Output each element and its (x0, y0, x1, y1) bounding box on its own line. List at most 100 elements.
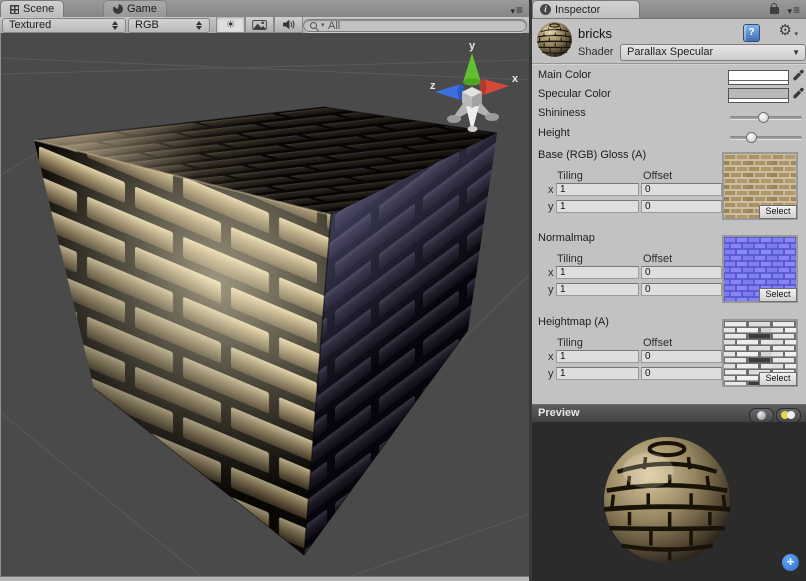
game-icon (113, 4, 123, 14)
tiling-header: Tiling (557, 170, 583, 182)
shader-dropdown[interactable]: Parallax Specular ▼ (620, 44, 806, 61)
height-slider[interactable] (730, 136, 802, 139)
gizmo-axis-down[interactable] (466, 106, 479, 132)
base-offset-x-input[interactable] (641, 183, 722, 196)
tiling-header: Tiling (557, 253, 583, 265)
render-mode-button[interactable] (245, 17, 274, 33)
height-slider-thumb[interactable] (746, 132, 757, 143)
base-texture-thumbnail[interactable]: Select (722, 152, 798, 220)
brick-cube-object[interactable] (34, 107, 497, 555)
specular-color-label: Specular Color (538, 88, 611, 100)
color-mode-value: RGB (135, 19, 159, 31)
normalmap-tiling-y-input[interactable] (556, 283, 639, 296)
sphere-mode-icon (757, 411, 766, 420)
lighting-toggle-button[interactable] (216, 17, 245, 33)
audio-toggle-button[interactable] (274, 17, 303, 33)
normalmap-offset-x-input[interactable] (641, 266, 722, 279)
scene-pane: Scene Game ▾≡ Textured RGB (0, 0, 529, 581)
color-mode-dropdown[interactable]: RGB (128, 18, 210, 33)
map-section-normalmap: Normalmap Select Tiling Offset x y (532, 232, 806, 307)
x-axis-label: x (548, 267, 554, 279)
shader-label: Shader (578, 46, 613, 58)
shader-value: Parallax Specular (627, 46, 713, 58)
preview-sphere-mode-button[interactable] (749, 408, 774, 423)
offset-header: Offset (643, 170, 672, 182)
preview-lighting-button[interactable] (776, 408, 801, 423)
normalmap-offset-y-input[interactable] (641, 283, 722, 296)
lighting-dot2-icon (787, 411, 795, 419)
image-icon (252, 20, 267, 30)
heightmap-tiling-x-input[interactable] (556, 350, 639, 363)
offset-header: Offset (643, 337, 672, 349)
search-input[interactable] (328, 20, 518, 31)
normalmap-thumbnail[interactable]: Select (722, 235, 798, 303)
heightmap-offset-y-input[interactable] (641, 367, 722, 380)
normalmap-select-button[interactable]: Select (759, 288, 797, 302)
specular-color-swatch[interactable] (728, 88, 789, 103)
gizmo-label-x: x (512, 73, 519, 85)
lock-icon[interactable] (770, 7, 779, 14)
speaker-icon (282, 19, 295, 30)
gizmo-axis-y[interactable] (463, 53, 481, 86)
base-tiling-x-input[interactable] (556, 183, 639, 196)
material-preview-thumb (536, 21, 573, 58)
inspector-pane-menu-icon[interactable]: ▾≡ (787, 3, 801, 17)
base-tiling-y-input[interactable] (556, 200, 639, 213)
preview-material-sphere[interactable] (600, 433, 734, 567)
tiling-header: Tiling (557, 337, 583, 349)
map-label: Base (RGB) Gloss (A) (538, 149, 646, 161)
normalmap-tiling-x-input[interactable] (556, 266, 639, 279)
window-bottom-edge (0, 576, 529, 581)
x-axis-label: x (548, 184, 554, 196)
inspector-pane: Inspector ▾≡ bricks Shader Parallax Spec… (532, 0, 806, 581)
preview-title: Preview (538, 407, 580, 419)
scene-viewport[interactable]: y z x (0, 33, 529, 576)
main-color-swatch[interactable] (728, 70, 789, 85)
main-color-eyedropper-icon[interactable] (792, 69, 805, 82)
x-axis-label: x (548, 351, 554, 363)
draw-mode-dropdown[interactable]: Textured (2, 18, 126, 33)
heightmap-tiling-y-input[interactable] (556, 367, 639, 380)
map-label: Heightmap (A) (538, 316, 609, 328)
material-name: bricks (578, 26, 612, 41)
scene-pane-menu-icon[interactable]: ▾≡ (510, 3, 524, 17)
unity-editor-window: Scene Game ▾≡ Textured RGB (0, 0, 806, 581)
gizmo-label-y: y (469, 40, 476, 52)
shininess-slider-thumb[interactable] (758, 112, 769, 123)
height-label: Height (538, 127, 570, 139)
offset-header: Offset (643, 253, 672, 265)
scene-toolbar: Textured RGB (0, 17, 529, 34)
tab-inspector[interactable]: Inspector (533, 1, 639, 18)
main-color-label: Main Color (538, 69, 591, 81)
scene-grid-icon (10, 5, 19, 14)
tab-inspector-label: Inspector (555, 4, 600, 16)
tab-scene-label: Scene (23, 3, 54, 15)
scene-tabbar: Scene Game ▾≡ (0, 0, 529, 18)
map-section-base: Base (RGB) Gloss (A) Select Tiling Offse… (532, 149, 806, 224)
shininess-label: Shininess (538, 107, 586, 119)
preview-area[interactable] (532, 422, 806, 581)
preview-add-button[interactable] (782, 554, 799, 571)
gizmo-axis-z[interactable] (435, 84, 465, 100)
gizmo-axis-x[interactable] (479, 79, 509, 95)
shininess-slider[interactable] (730, 116, 802, 119)
y-axis-label: y (548, 201, 554, 213)
scene-orientation-gizmo[interactable]: y z x (421, 39, 525, 135)
base-offset-y-input[interactable] (641, 200, 722, 213)
tab-game-label: Game (127, 3, 157, 15)
inspector-tabbar: Inspector ▾≡ (532, 0, 806, 19)
specular-color-eyedropper-icon[interactable] (792, 87, 805, 100)
help-icon[interactable] (743, 24, 760, 42)
heightmap-thumbnail[interactable]: Select (722, 319, 798, 387)
heightmap-select-button[interactable]: Select (759, 372, 797, 386)
gear-icon[interactable] (779, 23, 792, 39)
tab-scene[interactable]: Scene (1, 1, 63, 17)
preview-header[interactable]: Preview (532, 404, 806, 424)
material-header: bricks Shader Parallax Specular ▼ (532, 18, 806, 64)
base-select-button[interactable]: Select (759, 205, 797, 219)
search-field[interactable]: ▾ (303, 19, 527, 32)
map-label: Normalmap (538, 232, 595, 244)
tab-game[interactable]: Game (104, 1, 166, 17)
draw-mode-value: Textured (9, 19, 51, 31)
heightmap-offset-x-input[interactable] (641, 350, 722, 363)
